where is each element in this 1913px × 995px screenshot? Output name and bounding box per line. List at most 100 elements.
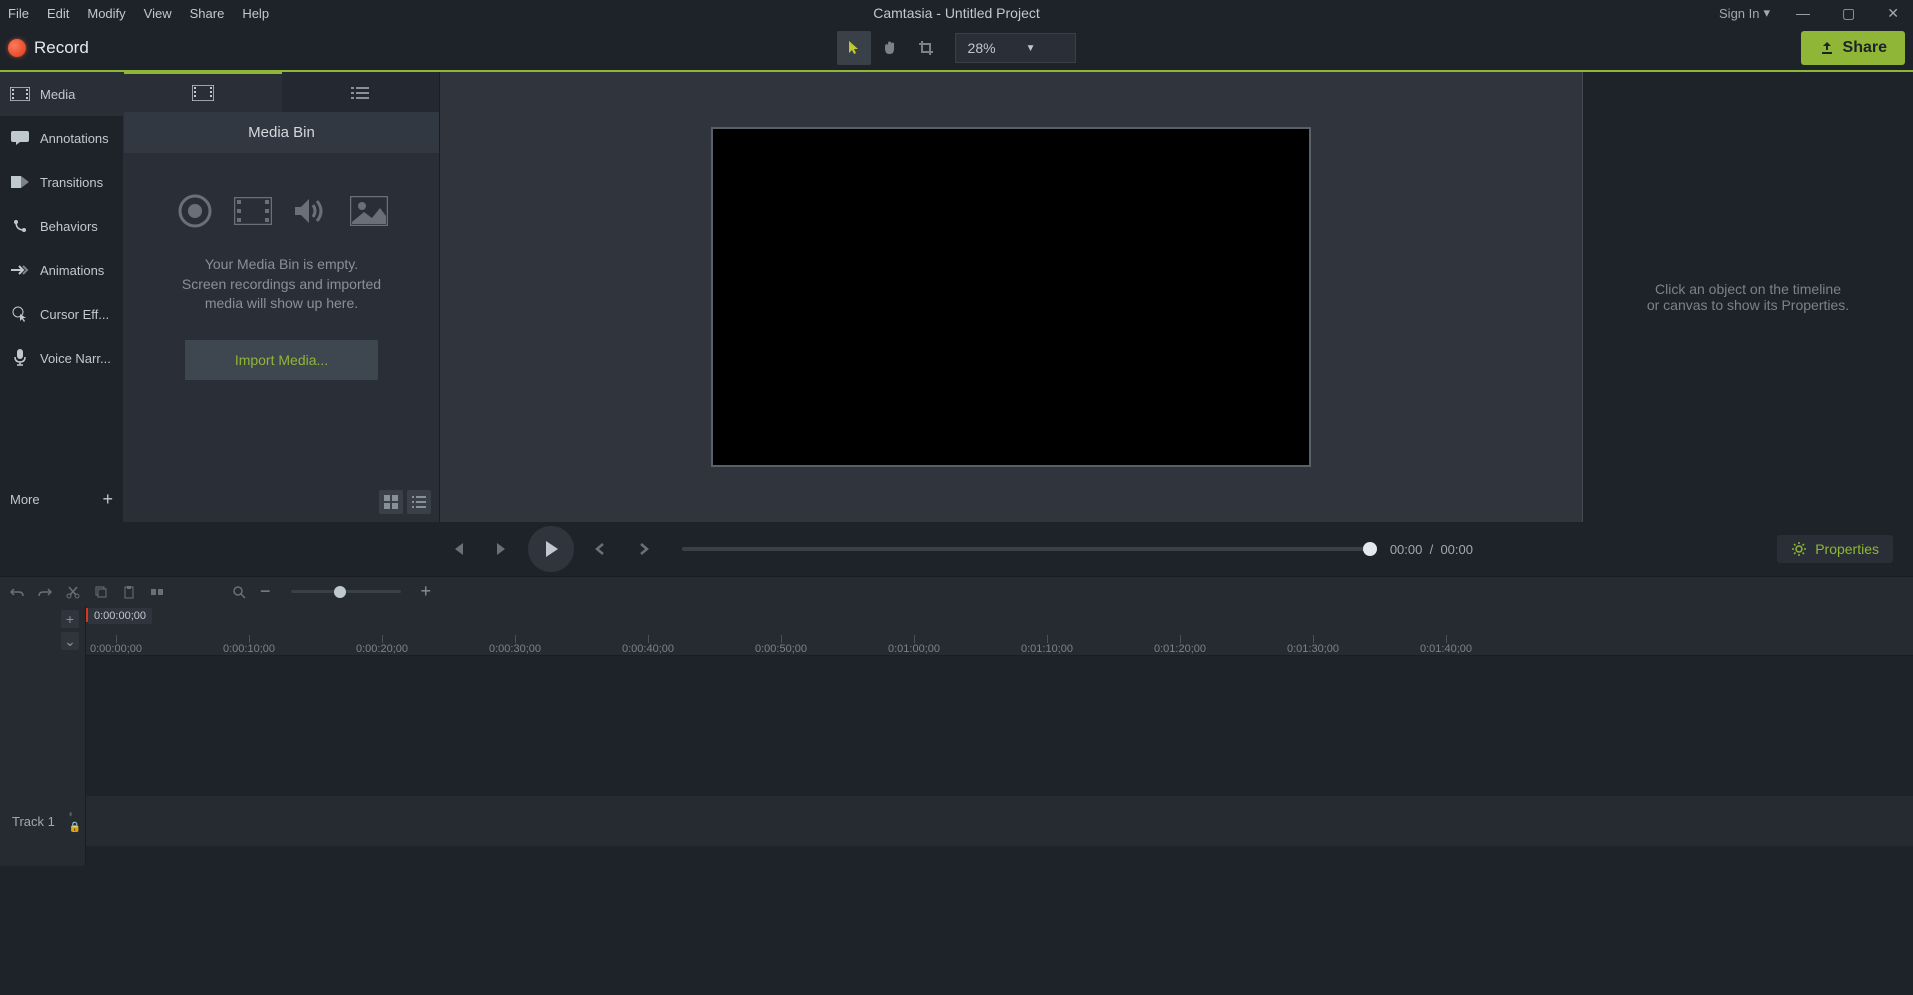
pointer-tool[interactable]	[837, 31, 871, 65]
track-visible-icon[interactable]: ◐	[69, 809, 81, 820]
split-button[interactable]	[150, 585, 164, 599]
record-button[interactable]: Record	[8, 38, 89, 58]
menu-view[interactable]: View	[144, 6, 172, 21]
zoom-slider-handle[interactable]	[334, 586, 346, 598]
track-1-header[interactable]: Track 1 ◐ 🔒	[0, 796, 85, 846]
media-bin-title: Media Bin	[124, 112, 439, 153]
annotations-icon	[10, 130, 30, 146]
cursor-icon	[10, 306, 30, 322]
media-tab-bin[interactable]	[124, 72, 282, 112]
play-button[interactable]	[528, 526, 574, 572]
record-media-icon	[175, 193, 215, 229]
step-forward-button[interactable]	[626, 531, 662, 567]
list-icon	[351, 86, 369, 100]
crop-tool[interactable]	[909, 31, 943, 65]
menu-modify[interactable]: Modify	[87, 6, 125, 21]
media-icon	[10, 86, 30, 102]
ruler-tick: 0:00:40;00	[622, 643, 674, 655]
sidebar-label: Transitions	[40, 175, 103, 190]
sidebar-item-voice-narration[interactable]: Voice Narr...	[0, 336, 123, 380]
hand-tool[interactable]	[873, 31, 907, 65]
list-view-button[interactable]	[407, 490, 431, 514]
zoom-fit-button[interactable]	[232, 585, 246, 599]
properties-panel: Click an object on the timeline or canva…	[1583, 72, 1913, 522]
next-frame-button[interactable]	[484, 531, 520, 567]
track-header-area: + ⌄ Track 1 ◐ 🔒	[0, 606, 86, 866]
zoom-in-button[interactable]: +	[421, 581, 432, 602]
ruler-tick: 0:01:00;00	[888, 643, 940, 655]
sidebar-more-button[interactable]: More +	[0, 477, 123, 522]
maximize-button[interactable]: ▢	[1836, 5, 1861, 22]
redo-button[interactable]	[38, 585, 52, 599]
sidebar-item-annotations[interactable]: Annotations	[0, 116, 123, 160]
zoom-out-button[interactable]: −	[260, 581, 271, 602]
menu-file[interactable]: File	[8, 6, 29, 21]
collapse-tracks-button[interactable]: ⌄	[61, 632, 79, 650]
sidebar-label: Voice Narr...	[40, 351, 111, 366]
gear-icon	[1791, 541, 1807, 557]
filmstrip-icon	[192, 85, 214, 101]
canvas-area[interactable]	[440, 72, 1583, 522]
previous-frame-button[interactable]	[440, 531, 476, 567]
preview-canvas[interactable]	[711, 127, 1311, 467]
scrubber-handle[interactable]	[1363, 542, 1377, 556]
audio-media-icon	[291, 193, 331, 229]
media-tab-library[interactable]	[282, 72, 440, 112]
chevron-down-icon: ▾	[1764, 5, 1771, 21]
ruler-tick: 0:01:40;00	[1420, 643, 1472, 655]
step-back-button[interactable]	[582, 531, 618, 567]
timeline-tools: − +	[0, 576, 1913, 606]
grid-view-button[interactable]	[379, 490, 403, 514]
transitions-icon	[10, 174, 30, 190]
timeline: + ⌄ Track 1 ◐ 🔒 0:00:00;00 0:00:00;00 0:…	[0, 606, 1913, 866]
sidebar-label: Behaviors	[40, 219, 98, 234]
sidebar-item-transitions[interactable]: Transitions	[0, 160, 123, 204]
app-title: Camtasia - Untitled Project	[873, 5, 1040, 21]
zoom-dropdown[interactable]: 28% ▼	[955, 33, 1077, 63]
animations-icon	[10, 262, 30, 278]
import-media-button[interactable]: Import Media...	[185, 340, 378, 380]
grid-icon	[384, 495, 398, 509]
track-lock-icon[interactable]: 🔒	[69, 822, 81, 833]
menubar: File Edit Modify View Share Help Camtasi…	[0, 0, 1913, 26]
undo-button[interactable]	[10, 585, 24, 599]
sidebar-item-media[interactable]: Media	[0, 72, 123, 116]
microphone-icon	[10, 350, 30, 366]
media-panel: Media Bin Your Media Bin is empty. Scree…	[124, 72, 440, 522]
video-media-icon	[233, 193, 273, 229]
plus-icon: +	[102, 489, 113, 510]
main-area: Media Annotations Transitions Behaviors …	[0, 72, 1913, 522]
menu-edit[interactable]: Edit	[47, 6, 69, 21]
ruler-tick: 0:00:50;00	[755, 643, 807, 655]
media-empty-state: Your Media Bin is empty. Screen recordin…	[124, 153, 439, 400]
zoom-slider[interactable]	[291, 590, 401, 593]
image-media-icon	[349, 193, 389, 229]
sidebar-label: Animations	[40, 263, 104, 278]
add-track-button[interactable]: +	[61, 610, 79, 628]
paste-button[interactable]	[122, 585, 136, 599]
ruler-tick: 0:01:30;00	[1287, 643, 1339, 655]
signin-button[interactable]: Sign In ▾	[1719, 5, 1770, 21]
menu-help[interactable]: Help	[242, 6, 269, 21]
toolbar: Record 28% ▼ Share	[0, 26, 1913, 72]
properties-button[interactable]: Properties	[1777, 535, 1893, 563]
timeline-ruler[interactable]: 0:00:00;00 0:00:00;00 0:00:10;00 0:00:20…	[86, 606, 1913, 656]
minimize-button[interactable]: —	[1790, 5, 1816, 21]
list-icon	[412, 495, 426, 509]
sidebar-item-behaviors[interactable]: Behaviors	[0, 204, 123, 248]
playback-scrubber[interactable]	[682, 547, 1370, 551]
ruler-tick: 0:00:30;00	[489, 643, 541, 655]
track-1-lane[interactable]	[86, 796, 1913, 846]
cut-button[interactable]	[66, 585, 80, 599]
sidebar-label: Media	[40, 87, 75, 102]
close-button[interactable]: ✕	[1881, 5, 1905, 22]
ruler-tick: 0:00:00;00	[90, 643, 142, 655]
ruler-tick: 0:00:20;00	[356, 643, 408, 655]
share-icon	[1819, 40, 1835, 56]
copy-button[interactable]	[94, 585, 108, 599]
share-button[interactable]: Share	[1801, 31, 1905, 65]
menu-share[interactable]: Share	[190, 6, 225, 21]
sidebar-item-animations[interactable]: Animations	[0, 248, 123, 292]
timeline-body[interactable]: 0:00:00;00 0:00:00;00 0:00:10;00 0:00:20…	[86, 606, 1913, 866]
sidebar-item-cursor-effects[interactable]: Cursor Eff...	[0, 292, 123, 336]
